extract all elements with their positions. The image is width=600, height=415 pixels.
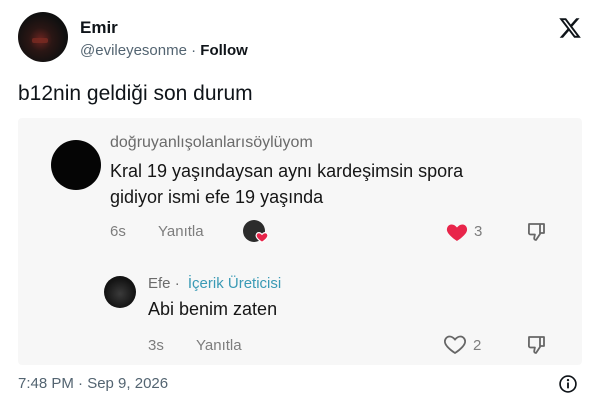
reply-username: Efe: [148, 275, 171, 292]
x-logo-icon[interactable]: [558, 16, 582, 40]
comment-text: Kral 19 yaşındaysan aynı kardeşimsin spo…: [110, 158, 550, 210]
comment-username: doğruyanlışolanlarısöylüyom: [110, 134, 313, 151]
comment-age: 6s: [110, 223, 126, 240]
creator-badge: İçerik Üreticisi: [187, 275, 282, 292]
like-count: 2: [473, 337, 482, 354]
heart-outline-icon: [444, 335, 466, 355]
handle-separator: ·: [191, 42, 197, 59]
embedded-screenshot[interactable]: doğruyanlışolanlarısöylüyom Kral 19 yaşı…: [18, 118, 582, 365]
like-count: 3: [474, 223, 483, 240]
tweet-text: b12nin geldiği son durum: [18, 82, 253, 105]
username-separator: ·: [174, 275, 180, 292]
reply-meta: 3s Yanıtla: [148, 337, 242, 354]
heart-filled-icon: [255, 232, 269, 243]
tweet-timestamp[interactable]: 7:48 PM · Sep 9, 2026: [18, 375, 168, 392]
follow-button[interactable]: Follow: [200, 42, 248, 59]
author-handle[interactable]: @evileyesonme: [80, 42, 187, 59]
tweet-card: Emir @evileyesonme · Follow b12nin geldi…: [0, 0, 600, 415]
reply-age: 3s: [148, 337, 164, 354]
info-icon[interactable]: [558, 374, 578, 394]
reply-text: Abi benim zaten: [148, 299, 278, 319]
comment-meta: 6s Yanıtla: [110, 223, 204, 240]
dislike-icon: [527, 223, 545, 241]
reply-username-row: Efe · İçerik Üreticisi: [148, 275, 281, 292]
reply-label: Yanıtla: [196, 337, 242, 354]
author-name[interactable]: Emir: [80, 18, 118, 38]
heart-filled-icon: [446, 224, 468, 241]
author-avatar[interactable]: [18, 12, 68, 62]
dislike-icon: [527, 336, 545, 354]
author-handle-row: @evileyesonme · Follow: [80, 42, 248, 59]
comment-text-line: Kral 19 yaşındaysan aynı kardeşimsin spo…: [110, 161, 464, 181]
comment-text-line: gidiyor ismi efe 19 yaşında: [110, 187, 324, 207]
reply-label: Yanıtla: [158, 223, 204, 240]
reply-avatar: [104, 276, 136, 308]
comment-avatar: [51, 140, 101, 190]
